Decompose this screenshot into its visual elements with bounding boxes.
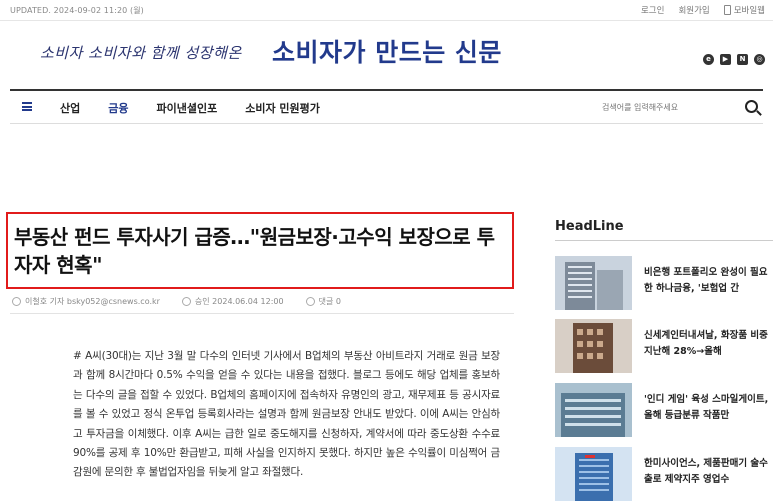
divider [10, 313, 514, 314]
article-byline: 이철호 기자 bsky052@csnews.co.kr 승인 2024.06.0… [12, 296, 341, 307]
headline-thumbnail [555, 383, 632, 437]
divider [555, 240, 773, 241]
updated-timestamp: UPDATED. 2024-09-02 11:20 (월) [10, 6, 144, 15]
headline-item[interactable]: 신세계인터내셔날, 화장품 비중 지난해 28%→올해 [555, 319, 773, 373]
e-paper-icon[interactable]: e [703, 54, 714, 65]
hamburger-menu-icon[interactable] [22, 102, 32, 111]
mobile-icon [723, 5, 731, 15]
headline-thumbnail [555, 319, 632, 373]
headline-item-text: 신세계인터내셔날, 화장품 비중 지난해 28%→올해 [644, 330, 768, 357]
article-body: # A씨(30대)는 지난 3월 말 다수의 인터넷 기사에서 B업체의 부동산… [73, 350, 500, 479]
top-links: 로그인 회원가입 모바일웹 [641, 4, 765, 16]
nav-item-finance[interactable]: 금융 [108, 100, 128, 116]
nav-item-consumer-complaints[interactable]: 소비자 민원평가 [245, 100, 320, 116]
headline-thumbnail [555, 447, 632, 501]
clock-icon [181, 297, 191, 306]
headline-item[interactable]: '인디 게임' 육성 스마일게이트, 올해 등급분류 작품만 [555, 383, 773, 437]
site-logo[interactable]: 소비자가 만드는 신문 [272, 33, 502, 69]
youtube-icon[interactable]: ▶ [720, 54, 731, 65]
top-bar: UPDATED. 2024-09-02 11:20 (월) 로그인 회원가입 모… [0, 0, 773, 21]
slogan: 소비자 소비자와 함께 성장해온 [40, 44, 242, 62]
headline-item-text: 비은행 포트폴리오 완성이 필요한 하나금융, '보험업 간 [644, 267, 768, 294]
headline-highlight-box: 부동산 펀드 투자사기 급증…"원금보장·고수익 보장으로 투자자 현혹" [6, 212, 514, 289]
mobile-web-label: 모바일웹 [733, 6, 765, 16]
instagram-icon[interactable]: ◎ [754, 54, 765, 65]
naver-icon[interactable]: N [737, 54, 748, 65]
comment-icon [305, 297, 315, 306]
search-input[interactable] [600, 95, 734, 120]
headline-item[interactable]: 비은행 포트폴리오 완성이 필요한 하나금융, '보험업 간 [555, 256, 773, 310]
login-link[interactable]: 로그인 [641, 4, 664, 16]
comment-count[interactable]: 댓글 0 [319, 296, 341, 307]
reporter[interactable]: 이철호 기자 bsky052@csnews.co.kr [25, 296, 160, 307]
nav-item-financial-info[interactable]: 파이낸셜인포 [157, 100, 218, 116]
approved-date: 승인 2024.06.04 12:00 [194, 297, 284, 306]
nav-item-industry[interactable]: 산업 [60, 100, 80, 116]
nav-items: 산업 금융 파이낸셜인포 소비자 민원평가 [60, 100, 348, 116]
sidebar-title: HeadLine [555, 219, 624, 234]
search-box [600, 95, 760, 120]
headline-item-text: '인디 게임' 육성 스마일게이트, 올해 등급분류 작품만 [644, 394, 769, 421]
headline-thumbnail [555, 256, 632, 310]
signup-link[interactable]: 회원가입 [678, 4, 709, 16]
headline-item-text: 한미사이언스, 제품판매기 술수출로 제약지주 영업수 [644, 458, 768, 485]
main-nav: 산업 금융 파이낸셜인포 소비자 민원평가 [10, 89, 763, 124]
headline-item[interactable]: 한미사이언스, 제품판매기 술수출로 제약지주 영업수 [555, 447, 773, 501]
mobile-web-link[interactable]: 모바일웹 [723, 4, 765, 16]
social-links: e ▶ N ◎ [703, 54, 765, 65]
reporter-icon [12, 297, 21, 306]
article-headline: 부동산 펀드 투자사기 급증…"원금보장·고수익 보장으로 투자자 현혹" [14, 225, 495, 277]
search-icon[interactable] [745, 100, 758, 113]
